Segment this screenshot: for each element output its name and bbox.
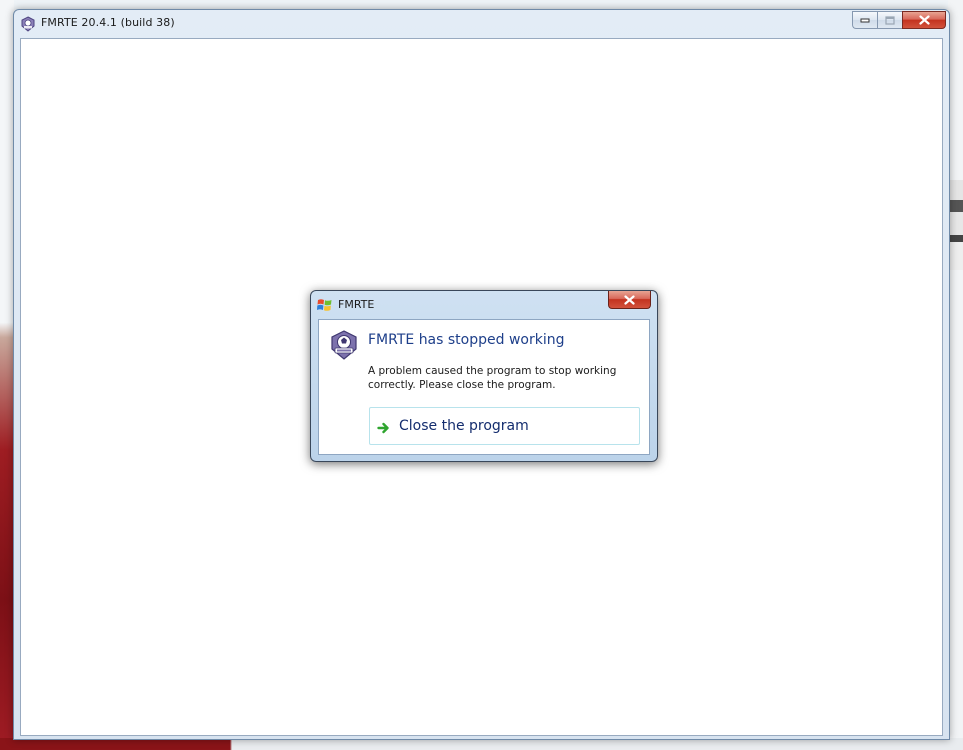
- dialog-close-button[interactable]: [608, 291, 651, 309]
- green-arrow-icon: [377, 420, 391, 434]
- error-dialog: FMRTE FMRTE has stopped working A proble…: [310, 290, 658, 462]
- dialog-message: A problem caused the program to stop wor…: [368, 365, 617, 391]
- close-icon: [918, 15, 930, 25]
- minimize-button[interactable]: [852, 11, 877, 29]
- fmrte-logo-icon: [20, 16, 36, 32]
- dialog-body: FMRTE has stopped working A problem caus…: [318, 319, 650, 455]
- dialog-titlebar[interactable]: FMRTE: [311, 291, 657, 317]
- fmrte-logo-icon: [328, 329, 360, 361]
- windows-flag-icon: [317, 297, 333, 311]
- background-window-edge: [949, 180, 963, 270]
- desktop-background-left: [0, 0, 14, 750]
- window-close-button[interactable]: [902, 11, 946, 29]
- caption-buttons: [852, 11, 946, 29]
- close-program-label: Close the program: [399, 418, 529, 434]
- maximize-icon: [885, 15, 895, 25]
- dialog-title: FMRTE: [338, 298, 375, 311]
- main-titlebar[interactable]: FMRTE 20.4.1 (build 38): [14, 10, 949, 38]
- dialog-heading: FMRTE has stopped working: [368, 332, 565, 348]
- maximize-button[interactable]: [877, 11, 902, 29]
- close-icon: [624, 290, 635, 309]
- window-title: FMRTE 20.4.1 (build 38): [41, 16, 175, 29]
- close-program-button[interactable]: Close the program: [369, 407, 640, 445]
- minimize-icon: [860, 17, 870, 23]
- desktop-background-right: [948, 0, 963, 750]
